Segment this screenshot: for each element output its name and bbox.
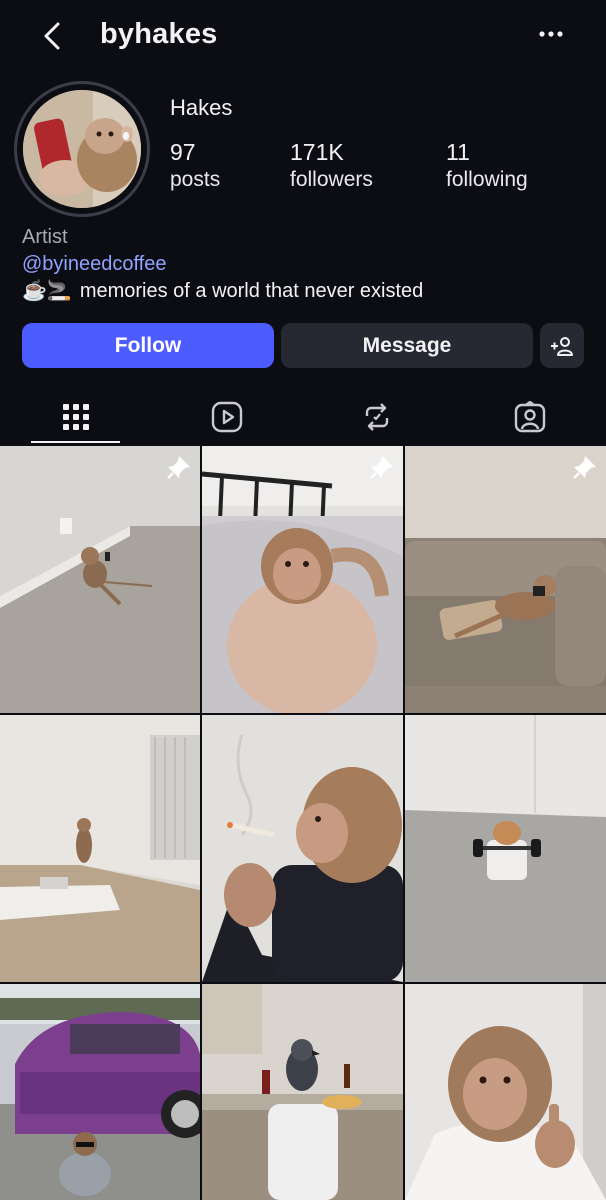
follow-button[interactable]: Follow [22,323,274,368]
posts-count: 97 [170,139,196,165]
tab-tagged[interactable] [480,390,580,444]
active-tab-indicator [31,441,120,443]
post-image [202,446,403,713]
posts-grid [0,446,606,1200]
post-tile[interactable] [0,446,200,713]
top-bar: byhakes [0,0,606,72]
post-tile[interactable] [405,446,606,713]
profile-bio: Artist @byineedcoffee ☕🚬 memories of a w… [22,224,423,305]
post-image [0,715,200,982]
post-tile[interactable] [0,715,200,982]
grid-icon [63,404,89,430]
post-image [405,715,606,982]
reels-icon [211,401,243,433]
more-horizontal-icon [539,31,563,37]
posts-stat: 97 posts [170,138,220,194]
following-label: following [446,168,528,191]
display-name: Hakes [170,95,233,120]
followers-label: followers [290,168,373,191]
post-tile[interactable] [405,715,606,982]
pin-icon [370,456,393,479]
more-options-button[interactable] [534,22,568,46]
posts-label: posts [170,168,221,191]
bio-mention-link[interactable]: @byineedcoffee [22,251,423,278]
chevron-left-icon [44,22,60,50]
bio-text: memories of a world that never existed [79,280,424,302]
avatar-image [23,90,141,208]
repost-icon [365,403,389,431]
followers-count: 171K [290,139,344,165]
post-tile[interactable] [202,984,403,1200]
profile-category: Artist [22,226,68,248]
post-image [405,984,606,1200]
post-tile[interactable] [202,446,403,713]
post-image [0,984,200,1200]
bio-emojis: ☕🚬 [22,280,72,302]
tab-reels[interactable] [177,390,277,444]
avatar[interactable] [14,81,150,217]
post-tile[interactable] [202,715,403,982]
post-image [202,984,403,1200]
pin-icon [573,456,596,479]
post-tile[interactable] [0,984,200,1200]
message-button[interactable]: Message [281,323,533,368]
following-count: 11 [446,139,470,165]
back-button[interactable] [36,18,68,54]
profile-tabs [0,390,606,444]
profile-username: byhakes [100,18,218,50]
post-image [202,715,403,982]
post-tile[interactable] [405,984,606,1200]
add-person-icon [551,336,573,356]
tab-reposts[interactable] [327,390,427,444]
tab-grid[interactable] [26,390,126,444]
pin-icon [167,456,190,479]
following-stat[interactable]: 11 following [446,138,528,194]
followers-stat[interactable]: 171K followers [290,138,373,194]
tagged-person-icon [514,401,546,433]
post-image [405,446,606,713]
suggested-accounts-button[interactable] [540,323,584,368]
post-image [0,446,200,713]
